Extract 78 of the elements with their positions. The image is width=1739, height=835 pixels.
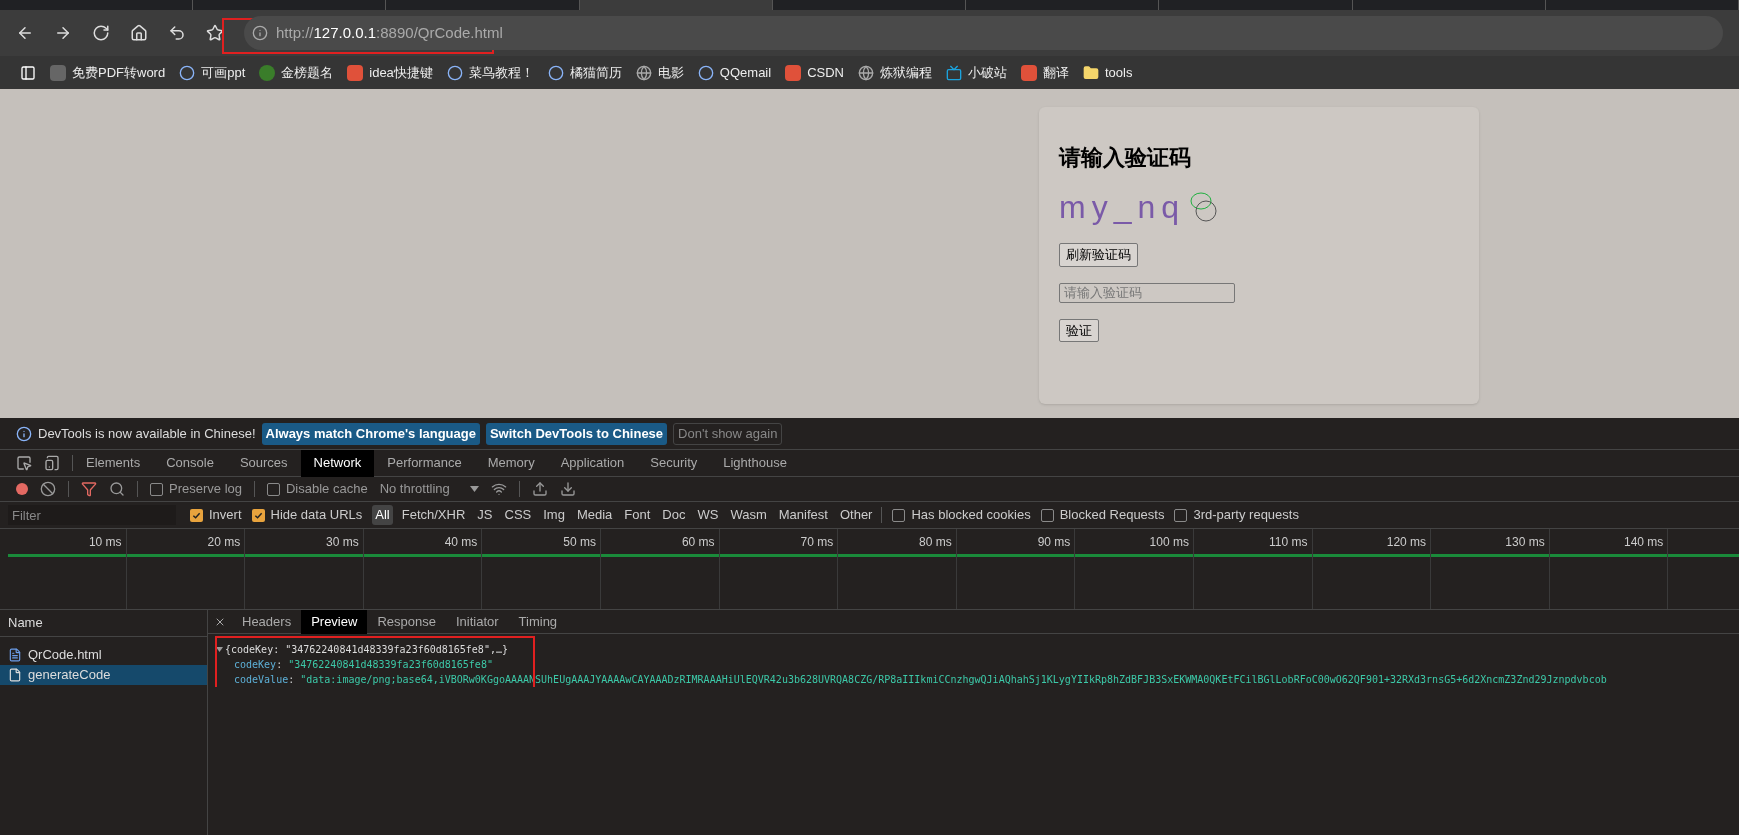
timeline-tick: 110 ms [1268, 534, 1309, 551]
bookmark-link[interactable]: 炼狱编程 [880, 62, 932, 83]
captcha-text: my_nq [1059, 191, 1186, 223]
banner-button[interactable]: Switch DevTools to Chinese [485, 422, 668, 445]
devtools-tab[interactable]: Lighthouse [710, 449, 800, 477]
detail-tab[interactable]: Timing [508, 609, 568, 634]
timeline-tick: 60 ms [680, 534, 716, 551]
checkbox-label: Blocked Requests [1059, 506, 1165, 525]
type-filter-button[interactable]: Img [540, 505, 568, 525]
checkbox-label: 3rd-party requests [1193, 506, 1299, 525]
checkbox-label: Hide data URLs [270, 506, 363, 525]
timeline-tick: 120 ms [1385, 534, 1428, 551]
bookmark-link[interactable]: 电影 [657, 62, 684, 83]
timeline-tick: 40 ms [443, 534, 479, 551]
banner-button[interactable]: Always match Chrome's language [261, 422, 480, 445]
name-column-header: Name [0, 610, 207, 637]
type-filter-button[interactable]: Font [621, 505, 654, 525]
captcha-input-field[interactable]: 请输入验证码 [1059, 282, 1235, 303]
bookmark-link[interactable]: CSDN [807, 62, 844, 83]
json-summary: {codeKey: "34762240841d48339fa23f60d8165fe8",…} [225, 643, 508, 657]
filter-field[interactable]: Filter [8, 505, 176, 525]
devtools-tab[interactable]: Elements [73, 449, 154, 477]
bookmark-link[interactable]: 可画ppt [201, 62, 246, 83]
request-row[interactable]: generateCode [0, 665, 207, 685]
bookmark-link[interactable]: idea快捷键 [369, 62, 433, 83]
timeline-tick: 90 ms [1036, 534, 1072, 551]
bookmark-link[interactable]: tools [1105, 62, 1133, 83]
devtools-tab[interactable]: Performance [374, 449, 475, 477]
type-filter-button[interactable]: Doc [659, 505, 689, 525]
page-heading: 请输入验证码 [1059, 147, 1191, 169]
type-filter-button[interactable]: Media [573, 505, 616, 525]
devtools-tab[interactable]: Memory [474, 449, 548, 477]
detail-tab[interactable]: Response [367, 609, 446, 634]
timeline-tick: 30 ms [325, 534, 360, 551]
banner-message: DevTools is now available in Chinese! [38, 424, 256, 443]
type-filter-button[interactable]: Fetch/XHR [398, 505, 469, 525]
bookmark-link[interactable]: 金榜题名 [281, 62, 334, 83]
detail-tab[interactable]: Initiator [445, 609, 509, 634]
type-filter-button[interactable]: CSS [501, 505, 535, 525]
timeline-tick: 20 ms [206, 534, 242, 551]
checkbox-label: Disable cache [286, 480, 368, 499]
checkbox-label: Has blocked cookies [911, 506, 1031, 525]
request-row[interactable]: QrCode.html [0, 645, 207, 665]
address-field[interactable]: http://127.0.0.1:8890/QrCode.html [244, 16, 1723, 50]
bookmark-link[interactable]: 橘猫简历 [569, 62, 622, 83]
timeline-tick: 130 ms [1504, 534, 1546, 551]
verify-button[interactable]: 验证 [1059, 318, 1099, 342]
throttling-dropdown[interactable]: No throttling [379, 479, 479, 499]
bookmark-link[interactable]: 小破站 [968, 62, 1007, 83]
type-filter-button[interactable]: All [372, 505, 393, 525]
timeline-tick: 10 ms [87, 534, 123, 551]
devtools-tab[interactable]: Application [547, 449, 638, 477]
checkbox-label: Preserve log [169, 480, 242, 499]
devtools-tab[interactable]: Network [300, 449, 375, 477]
refresh-captcha-button[interactable]: 刷新验证码 [1059, 243, 1138, 267]
type-filter-button[interactable]: WS [694, 505, 722, 525]
detail-tab[interactable]: Preview [301, 609, 368, 634]
timeline-tick: 70 ms [799, 534, 835, 551]
devtools-tab[interactable]: Sources [226, 449, 301, 477]
bookmark-link[interactable]: QQemail [719, 62, 772, 83]
bookmark-link[interactable]: 免费PDF转word [72, 62, 166, 83]
type-filter-button[interactable]: Other [836, 505, 876, 525]
bookmark-link[interactable]: 翻译 [1043, 62, 1069, 83]
url-text: http://127.0.0.1:8890/QrCode.html [276, 22, 503, 43]
checkbox-label: Invert [209, 506, 242, 525]
type-filter-button[interactable]: Wasm [727, 505, 770, 525]
detail-tab[interactable]: Headers [232, 609, 302, 634]
type-filter-button[interactable]: JS [474, 505, 496, 525]
timeline-tick: 140 ms [1622, 534, 1665, 551]
timeline-tick: 80 ms [918, 534, 953, 551]
bookmark-link[interactable]: 菜鸟教程！ [468, 62, 534, 83]
devtools-tab[interactable]: Console [153, 449, 227, 477]
type-filter-button[interactable]: Manifest [775, 505, 831, 525]
timeline-tick: 100 ms [1148, 534, 1190, 551]
json-property: codeKey: "34762240841d48339fa23f60d8165fe8" [233, 658, 494, 672]
timeline-tick: 50 ms [562, 534, 597, 551]
devtools-tab[interactable]: Security [637, 449, 711, 477]
banner-button[interactable]: Don't show again [673, 422, 783, 445]
